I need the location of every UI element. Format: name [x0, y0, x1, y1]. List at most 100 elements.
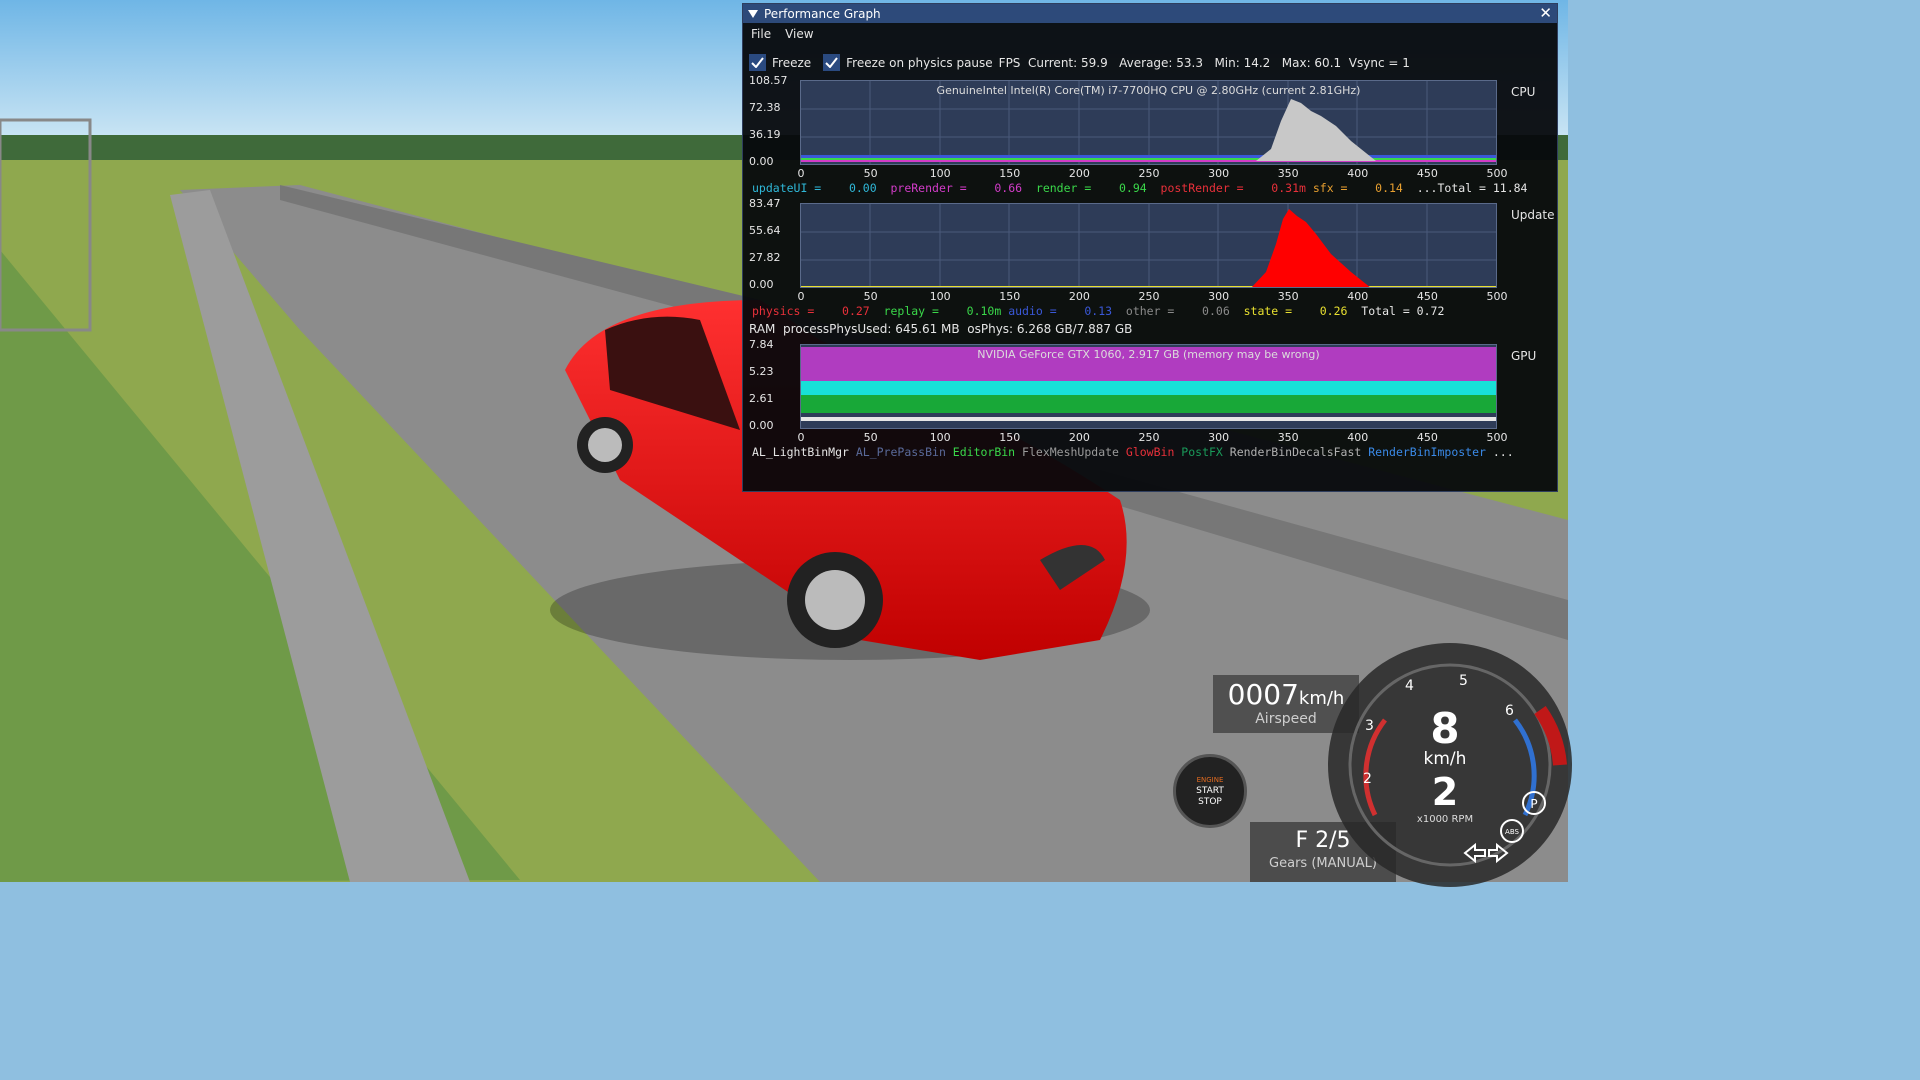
- update-graph-plot: [801, 204, 1496, 287]
- update-panel: 83.47 55.64 27.82 0.00 Update 0 50 100 150 2…: [749, 197, 1554, 318]
- cpu-stat-segment: postRender =: [1160, 181, 1251, 195]
- x-tick-label: 400: [1347, 290, 1369, 303]
- update-stat-segment: audio =: [1008, 304, 1064, 318]
- gpu-stat-segment: FlexMeshUpdate: [1022, 445, 1126, 459]
- update-stat-segment: 0.10m: [945, 304, 1009, 318]
- cpu-stat-segment: preRender =: [890, 181, 974, 195]
- gpu-stat-segment: PostFX: [1181, 445, 1230, 459]
- update-stat-segment: Total = 0.72: [1361, 304, 1445, 318]
- gpu-stat-segment: AL_LightBinMgr: [752, 445, 856, 459]
- y-label: 55.64: [749, 224, 781, 237]
- gauge-unit: km/h: [1424, 749, 1467, 769]
- window-titlebar[interactable]: Performance Graph ✕: [743, 4, 1557, 23]
- window-title: Performance Graph: [764, 6, 881, 21]
- engine-start-stop-button[interactable]: ENGINE START STOP: [1173, 754, 1247, 828]
- start-label: START: [1196, 785, 1224, 796]
- gauge-tick: 5: [1459, 673, 1468, 689]
- cpu-stat-segment: updateUI =: [752, 181, 829, 195]
- x-tick-label: 300: [1208, 290, 1230, 303]
- y-label: 83.47: [749, 197, 781, 210]
- x-tick-label: 500: [1486, 167, 1508, 180]
- x-tick-label: 400: [1347, 167, 1369, 180]
- checkmark-icon: [825, 57, 838, 68]
- update-stat-segment: 0.06: [1181, 304, 1244, 318]
- x-tick-label: 300: [1208, 431, 1230, 444]
- engine-label: ENGINE: [1196, 775, 1224, 784]
- cpu-graph: GenuineIntel Intel(R) Core(TM) i7-7700HQ…: [800, 80, 1497, 165]
- collapse-triangle-icon[interactable]: [748, 9, 758, 18]
- y-label: 0.00: [749, 419, 774, 432]
- x-tick-label: 0: [797, 290, 805, 303]
- freeze-label: Freeze: [772, 55, 812, 70]
- close-icon[interactable]: ✕: [1539, 5, 1552, 21]
- x-tick-label: 0: [797, 167, 805, 180]
- airspeed-value: 0007: [1227, 678, 1299, 711]
- cpu-stat-segment: 0.94: [1098, 181, 1161, 195]
- freeze-checkbox[interactable]: [749, 54, 766, 71]
- y-label: 0.00: [749, 278, 774, 291]
- cpu-stat-segment: 0.14: [1354, 181, 1417, 195]
- y-label: 108.57: [749, 74, 788, 87]
- update-stat-segment: other =: [1125, 304, 1182, 318]
- freeze-physics-checkbox[interactable]: [823, 54, 841, 71]
- gpu-panel: 7.84 5.23 2.61 0.00 NVIDIA GeForce GTX 1…: [749, 338, 1536, 459]
- y-label: 0.00: [749, 155, 774, 168]
- x-tick-label: 50: [863, 167, 878, 180]
- update-stat-segment: 0.26: [1298, 304, 1362, 318]
- gpu-stat-segment: AL_PrePassBin: [855, 445, 953, 459]
- y-label: 72.38: [749, 101, 781, 114]
- x-tick-label: 0: [797, 431, 805, 444]
- menu-view[interactable]: View: [785, 27, 813, 41]
- x-tick-label: 450: [1416, 290, 1438, 303]
- cpu-stat-segment: 0.00: [828, 181, 891, 195]
- x-tick-label: 250: [1138, 431, 1160, 444]
- cpu-stat-segment: 0.31m: [1250, 181, 1313, 195]
- y-label: 2.61: [749, 392, 774, 405]
- stop-label: STOP: [1198, 796, 1222, 807]
- gauge-tick: 2: [1363, 771, 1372, 787]
- x-tick-label: 450: [1416, 431, 1438, 444]
- gpu-stat-segment: RenderBinImposter: [1368, 445, 1493, 459]
- gpu-stat-segment: GlowBin: [1125, 445, 1182, 459]
- cpu-stats: updateUI = 0.00 preRender = 0.66 render …: [752, 181, 1527, 195]
- x-tick-label: 50: [863, 431, 878, 444]
- y-label: 27.82: [749, 251, 781, 264]
- x-tick-label: 200: [1068, 290, 1090, 303]
- update-stats: physics = 0.27 replay = 0.10m audio = 0.…: [752, 304, 1444, 318]
- x-tick-label: 200: [1068, 167, 1090, 180]
- update-graph: [800, 203, 1497, 288]
- x-tick-label: 400: [1347, 431, 1369, 444]
- menu-file[interactable]: File: [751, 27, 771, 41]
- abs-label: ABS: [1505, 828, 1519, 836]
- freeze-physics-label: Freeze on physics pause: [846, 55, 993, 70]
- y-label: 5.23: [749, 365, 774, 378]
- update-stat-segment: 0.13: [1063, 304, 1126, 318]
- performance-graph-window: Performance Graph ✕ File View Freeze Fre…: [742, 3, 1558, 492]
- cpu-side-label: CPU: [1511, 85, 1536, 99]
- cpu-stat-segment: sfx =: [1312, 181, 1355, 195]
- gauge-tick: 4: [1405, 678, 1414, 694]
- x-tick-label: 350: [1277, 290, 1299, 303]
- gauge-gear: 2: [1432, 770, 1458, 814]
- x-tick-label: 300: [1208, 167, 1230, 180]
- gpu-title: NVIDIA GeForce GTX 1060, 2.917 GB (memor…: [977, 348, 1320, 361]
- x-tick-label: 450: [1416, 167, 1438, 180]
- parking-brake-label: P: [1530, 797, 1537, 811]
- ram-stats: RAM processPhysUsed: 645.61 MB osPhys: 6…: [749, 322, 1133, 336]
- gpu-side-label: GPU: [1511, 349, 1537, 363]
- x-tick-label: 150: [999, 431, 1021, 444]
- x-tick-label: 350: [1277, 167, 1299, 180]
- x-tick-label: 100: [929, 431, 951, 444]
- cpu-stat-segment: ...Total = 11.84: [1416, 181, 1528, 195]
- checkmark-icon: [751, 57, 764, 68]
- update-stat-segment: replay =: [883, 304, 946, 318]
- update-stat-segment: state =: [1243, 304, 1299, 318]
- y-label: 7.84: [749, 338, 774, 351]
- x-tick-label: 150: [999, 167, 1021, 180]
- update-stat-segment: physics =: [752, 304, 822, 318]
- gauge-rpm-label: x1000 RPM: [1417, 814, 1473, 825]
- fps-stats: FPS Current: 59.9 Average: 53.3 Min: 14.…: [998, 55, 1410, 70]
- x-tick-label: 250: [1138, 290, 1160, 303]
- x-tick-label: 100: [929, 290, 951, 303]
- gauge-speed: 8: [1430, 704, 1459, 753]
